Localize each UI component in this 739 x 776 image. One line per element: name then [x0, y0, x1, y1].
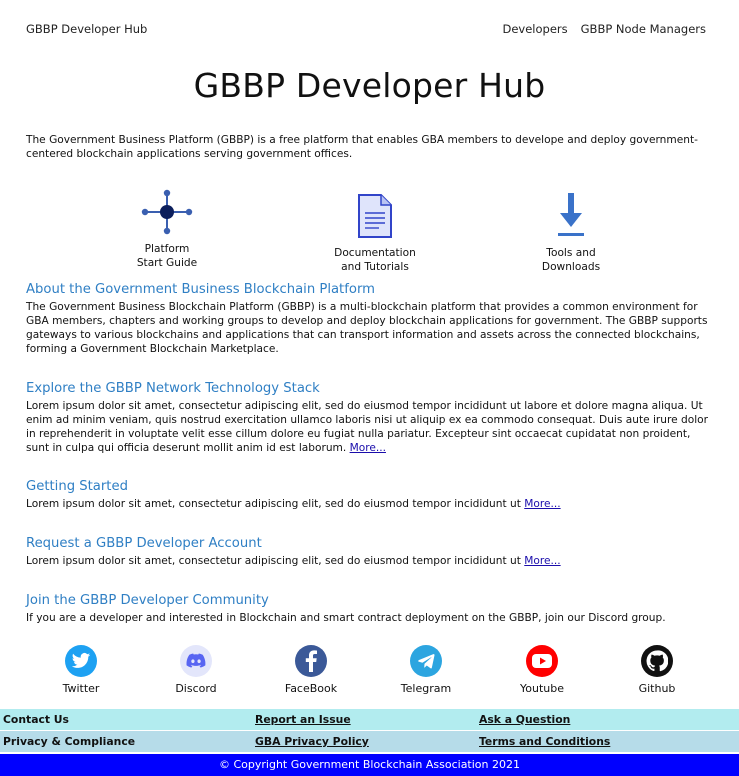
section-body: If you are a developer and interested in… [26, 612, 666, 624]
social-label: Twitter [62, 682, 100, 695]
nav-link-developers[interactable]: Developers [503, 22, 568, 36]
more-link[interactable]: More... [524, 555, 560, 567]
social-telegram[interactable]: Telegram [386, 645, 466, 695]
footer-row-1: Contact Us Report an Issue Ask a Questio… [0, 709, 739, 730]
footer-row-2: Privacy & Compliance GBA Privacy Policy … [0, 731, 739, 752]
feature-documentation[interactable]: Documentation and Tutorials [325, 193, 425, 274]
youtube-icon [526, 645, 558, 677]
nav-link-node-managers[interactable]: GBBP Node Managers [581, 22, 706, 36]
social-links: Twitter Discord FaceBook Telegram Youtub… [0, 645, 739, 701]
more-link[interactable]: More... [350, 442, 386, 454]
network-hub-icon [141, 189, 193, 235]
social-facebook[interactable]: FaceBook [271, 645, 351, 695]
social-discord[interactable]: Discord [156, 645, 236, 695]
feature-tools-downloads[interactable]: Tools and Downloads [531, 191, 611, 274]
social-github[interactable]: Github [617, 645, 697, 695]
feature-label: Documentation and Tutorials [334, 247, 416, 273]
nav-links: Developers GBBP Node Managers [503, 22, 707, 36]
section-join-community: Join the GBBP Developer Community If you… [26, 593, 716, 625]
social-label: Youtube [520, 682, 564, 695]
page-title: GBBP Developer Hub [193, 66, 546, 105]
section-body: The Government Business Blockchain Platf… [26, 301, 708, 355]
discord-icon [180, 645, 212, 677]
social-youtube[interactable]: Youtube [502, 645, 582, 695]
feature-platform-start-guide[interactable]: Platform Start Guide [127, 188, 207, 270]
section-request-account: Request a GBBP Developer Account Lorem i… [26, 536, 716, 568]
feature-label: Tools and Downloads [541, 247, 601, 273]
footer-contact-us[interactable]: Contact Us [3, 713, 69, 726]
section-explore-stack: Explore the GBBP Network Technology Stac… [26, 381, 716, 455]
brand-link[interactable]: GBBP Developer Hub [26, 22, 147, 36]
document-icon [358, 194, 392, 238]
social-label: Telegram [400, 682, 452, 695]
social-label: FaceBook [284, 682, 338, 695]
section-about: About the Government Business Blockchain… [26, 282, 716, 356]
section-title[interactable]: Join the GBBP Developer Community [26, 593, 716, 608]
social-label: Discord [175, 682, 217, 695]
footer-privacy-compliance[interactable]: Privacy & Compliance [3, 735, 135, 748]
footer-privacy-policy[interactable]: GBA Privacy Policy [255, 735, 369, 748]
section-body: Lorem ipsum dolor sit amet, consectetur … [26, 498, 561, 510]
section-body: Lorem ipsum dolor sit amet, consectetur … [26, 555, 561, 567]
twitter-icon [65, 645, 97, 677]
download-arrow-icon [558, 193, 584, 236]
footer-report-issue[interactable]: Report an Issue [255, 713, 351, 726]
facebook-icon [295, 645, 327, 677]
footer-terms[interactable]: Terms and Conditions [479, 735, 610, 748]
section-body: Lorem ipsum dolor sit amet, consectetur … [26, 400, 708, 454]
section-getting-started: Getting Started Lorem ipsum dolor sit am… [26, 479, 716, 511]
feature-label: Platform Start Guide [136, 243, 198, 269]
section-title[interactable]: Getting Started [26, 479, 716, 494]
section-title[interactable]: Request a GBBP Developer Account [26, 536, 716, 551]
copyright-bar: © Copyright Government Blockchain Associ… [0, 754, 739, 776]
more-link[interactable]: More... [524, 498, 560, 510]
social-twitter[interactable]: Twitter [41, 645, 121, 695]
intro-text: The Government Business Platform (GBBP) … [26, 134, 698, 160]
footer-ask-question[interactable]: Ask a Question [479, 713, 570, 726]
github-icon [641, 645, 673, 677]
top-nav: GBBP Developer Hub Developers GBBP Node … [0, 0, 739, 56]
section-title[interactable]: About the Government Business Blockchain… [26, 282, 716, 297]
section-title[interactable]: Explore the GBBP Network Technology Stac… [26, 381, 716, 396]
telegram-icon [410, 645, 442, 677]
social-label: Github [638, 682, 676, 695]
